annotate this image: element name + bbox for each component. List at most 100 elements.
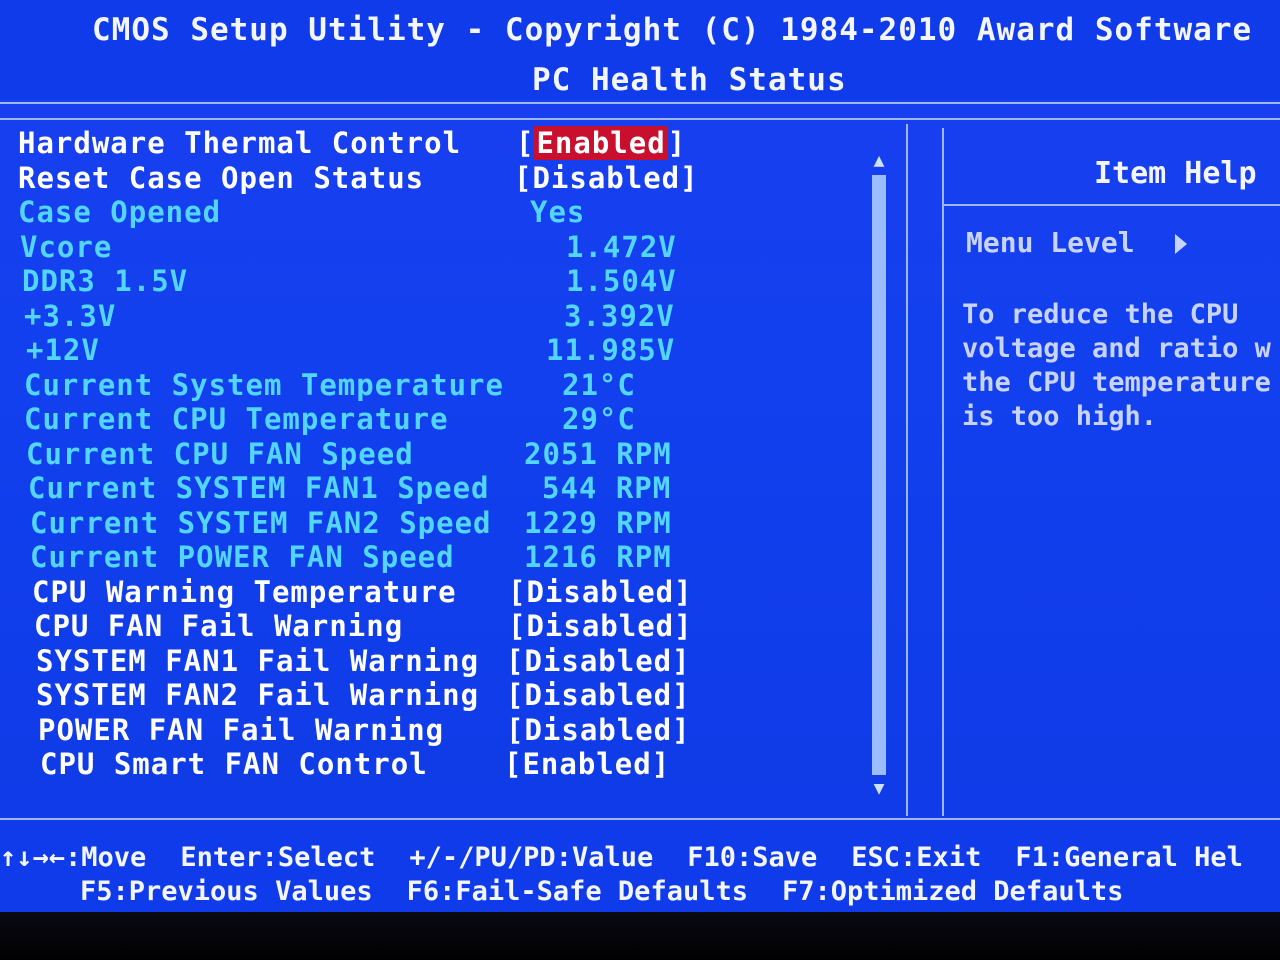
bracket-close: ] (672, 678, 691, 712)
setting-row: Current CPU FAN Speed 2051 RPM (18, 437, 878, 472)
setting-row[interactable]: SYSTEM FAN1 Fail Warning [Disabled] (18, 644, 878, 679)
key-legend-row-2: F5:Previous Values F6:Fail-Safe Defaults F… (80, 876, 1157, 907)
setting-row: Current System Temperature 21°C (18, 368, 878, 403)
setting-label: POWER FAN Fail Warning (38, 712, 445, 747)
option-value[interactable]: Disabled (526, 609, 674, 643)
menu-level-label: Menu Level (966, 226, 1135, 259)
setting-label: Current POWER FAN Speed (30, 540, 455, 574)
setting-value: 21°C (562, 367, 636, 402)
setting-label: +3.3V (24, 298, 117, 333)
key-legend: ↑↓→←:Move Enter:Select +/-/PU/PD:Value F10:… (0, 826, 1280, 912)
bracket-close: ] (667, 126, 687, 160)
setting-value[interactable]: [Disabled] (508, 575, 693, 609)
setting-label: Current SYSTEM FAN1 Speed (28, 471, 490, 505)
setting-row[interactable]: CPU FAN Fail Warning [Disabled] (18, 609, 878, 644)
setting-value: 29°C (562, 402, 636, 436)
help-divider (944, 204, 1280, 206)
setting-value[interactable]: [Disabled] (508, 609, 693, 643)
option-value[interactable]: Enabled (522, 747, 651, 781)
panel-divider (906, 124, 908, 816)
option-value[interactable]: Disabled (524, 678, 672, 712)
bracket-open: [ (504, 747, 523, 781)
setting-row: +3.3V 3.392V (18, 299, 878, 334)
key-hint: Enter:Select (180, 842, 376, 873)
setting-value: 1.472V (566, 229, 677, 264)
bios-header: CMOS Setup Utility - Copyright (C) 1984-… (0, 0, 1280, 100)
option-value[interactable]: Disabled (524, 644, 672, 678)
setting-label: CPU Smart FAN Control (40, 747, 428, 781)
item-help-title: Item Help (1094, 156, 1257, 191)
key-hint: ↑↓→←:Move (0, 842, 147, 873)
footer-divider (0, 818, 1280, 820)
bracket-close: ] (674, 609, 693, 643)
monitor-bezel (0, 912, 1280, 960)
setting-label: SYSTEM FAN1 Fail Warning (36, 643, 480, 678)
settings-list: Hardware Thermal Control [Enabled] Reset C… (18, 126, 878, 782)
option-value[interactable]: Disabled (532, 161, 680, 195)
header-divider (0, 102, 1280, 104)
setting-row: Current CPU Temperature 29°C (18, 402, 878, 437)
setting-value[interactable]: [Disabled] (506, 644, 691, 678)
setting-label: +12V (26, 333, 100, 367)
setting-label: DDR3 1.5V (22, 264, 189, 298)
menu-level: Menu Level (966, 226, 1187, 259)
setting-row: Vcore 1.472V (18, 230, 878, 265)
bracket-close: ] (680, 160, 699, 195)
bracket-open: [ (514, 160, 533, 195)
setting-value: Yes (530, 195, 586, 229)
page-title: PC Health Status (532, 62, 847, 98)
setting-row[interactable]: Reset Case Open Status [Disabled] (18, 161, 878, 196)
setting-value[interactable]: [Disabled] (514, 161, 699, 195)
setting-row[interactable]: Hardware Thermal Control [Enabled] (18, 126, 878, 161)
setting-label: CPU Warning Temperature (32, 574, 457, 609)
setting-label: Vcore (20, 229, 113, 264)
setting-value: 544 RPM (542, 471, 672, 505)
bracket-open: [ (506, 643, 525, 678)
key-hint: F10:Save (687, 842, 818, 873)
setting-row[interactable]: CPU Warning Temperature [Disabled] (18, 575, 878, 610)
scroll-up-icon[interactable]: ▲ (866, 150, 892, 171)
setting-value[interactable]: [Enabled] (516, 126, 686, 160)
setting-value: 2051 RPM (524, 436, 672, 471)
option-value[interactable]: Disabled (524, 713, 672, 747)
bracket-open: [ (508, 574, 527, 609)
bracket-open: [ (506, 712, 525, 747)
setting-row: Current SYSTEM FAN1 Speed 544 RPM (18, 471, 878, 506)
help-line: voltage and ratio w (962, 333, 1271, 364)
help-line: To reduce the CPU (962, 299, 1239, 330)
bracket-close: ] (651, 747, 671, 781)
header-divider-inner (0, 118, 1280, 120)
bracket-open: [ (508, 609, 527, 643)
setting-row: Current SYSTEM FAN2 Speed 1229 RPM (18, 506, 878, 541)
setting-value: 1.504V (566, 264, 677, 298)
setting-value: 11.985V (546, 333, 676, 367)
key-hint: F6:Fail-Safe Defaults (406, 876, 748, 907)
setting-label: Current System Temperature (24, 367, 504, 402)
bracket-close: ] (674, 574, 693, 609)
setting-label: Current CPU FAN Speed (26, 436, 414, 471)
setting-row: DDR3 1.5V 1.504V (18, 264, 878, 299)
scrollbar[interactable] (872, 175, 886, 775)
panel-divider-inner (942, 128, 944, 816)
setting-value: 1216 RPM (524, 540, 672, 574)
option-value[interactable]: Disabled (526, 575, 674, 609)
bracket-open: [ (506, 678, 525, 712)
scroll-down-icon[interactable]: ▼ (866, 778, 892, 799)
setting-row[interactable]: POWER FAN Fail Warning [Disabled] (18, 713, 878, 748)
bios-title: CMOS Setup Utility - Copyright (C) 1984-… (92, 12, 1253, 48)
setting-row[interactable]: SYSTEM FAN2 Fail Warning [Disabled] (18, 678, 878, 713)
selected-option-value[interactable]: Enabled (534, 126, 668, 160)
setting-label: Current SYSTEM FAN2 Speed (30, 505, 492, 540)
setting-value[interactable]: [Disabled] (506, 678, 691, 712)
setting-value[interactable]: [Disabled] (506, 713, 691, 747)
setting-value: 3.392V (564, 298, 675, 333)
setting-label: SYSTEM FAN2 Fail Warning (36, 678, 480, 712)
setting-label: CPU FAN Fail Warning (34, 609, 404, 643)
setting-row: +12V 11.985V (18, 333, 878, 368)
help-line: the CPU temperature (962, 367, 1271, 398)
setting-value[interactable]: [Enabled] (504, 747, 670, 781)
setting-row[interactable]: CPU Smart FAN Control [Enabled] (18, 747, 878, 782)
setting-label: Hardware Thermal Control (18, 126, 462, 160)
setting-value: 1229 RPM (524, 505, 672, 540)
key-hint: F5:Previous Values (80, 876, 373, 907)
